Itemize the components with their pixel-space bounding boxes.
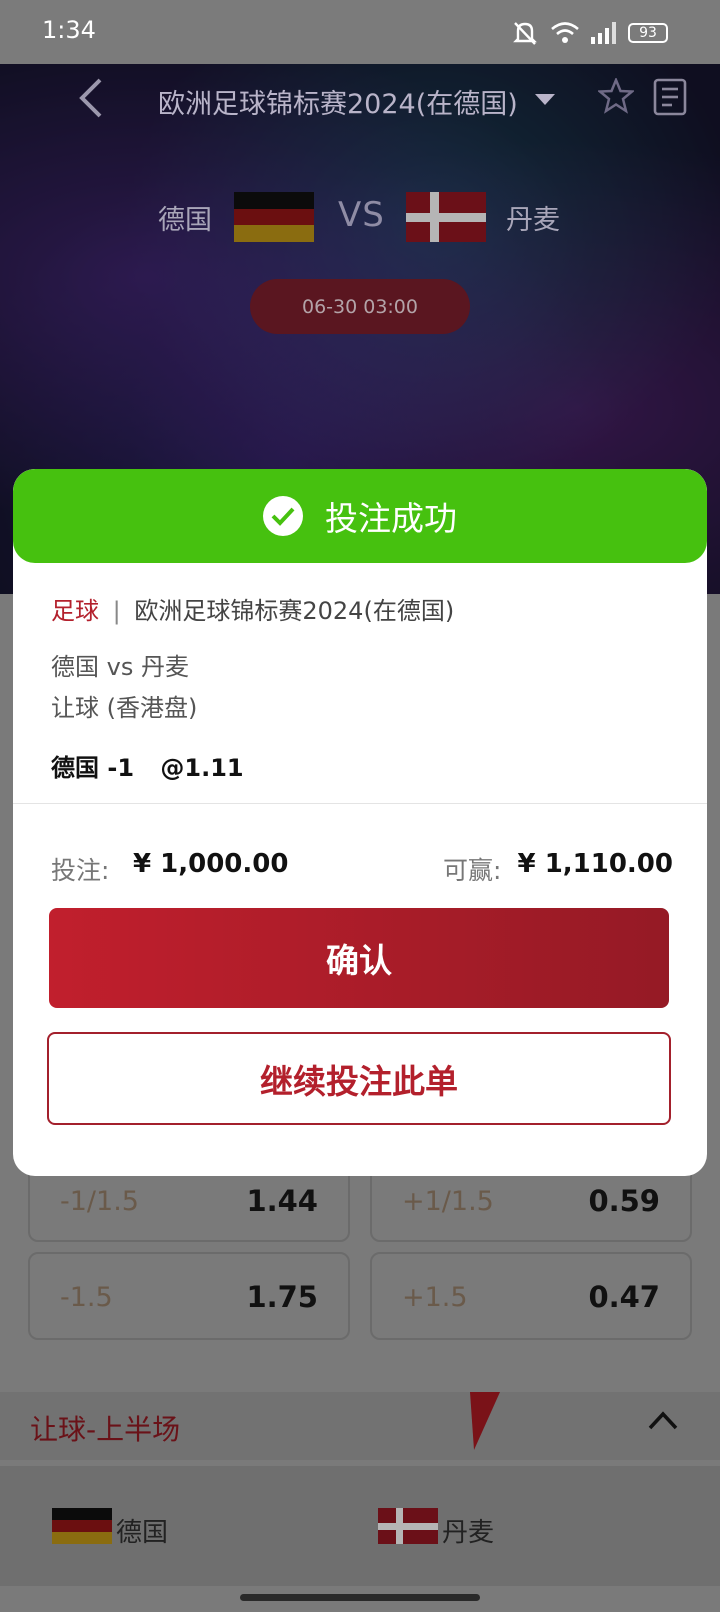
potential-win-amount: ¥ 1,110.00 bbox=[517, 849, 673, 879]
check-circle-icon bbox=[263, 496, 303, 536]
divider bbox=[13, 803, 707, 804]
odds-label: +1/1.5 bbox=[402, 1186, 494, 1217]
success-title: 投注成功 bbox=[325, 499, 457, 538]
section-title: 让球-上半场 bbox=[30, 1413, 181, 1446]
potential-win-label: 可赢: bbox=[443, 856, 502, 885]
battery-icon: 93 bbox=[628, 23, 668, 43]
stake-amount: ¥ 1,000.00 bbox=[133, 849, 289, 879]
team-row-away: 丹麦 bbox=[442, 1518, 495, 1548]
selection-text: 德国 -1 bbox=[51, 754, 135, 782]
germany-flag-icon bbox=[52, 1508, 112, 1544]
denmark-flag-icon bbox=[406, 192, 486, 242]
star-icon[interactable] bbox=[598, 78, 634, 114]
bet-success-modal: 投注成功 足球 | 欧洲足球锦标赛2024(在德国) 德国 vs 丹麦 让球 (… bbox=[13, 469, 707, 1176]
odds-value: 0.59 bbox=[588, 1184, 660, 1218]
vs-label: VS bbox=[338, 195, 385, 235]
odds-label: +1.5 bbox=[402, 1282, 468, 1313]
bet-selection: 德国 -1 @1.11 bbox=[51, 748, 244, 783]
document-icon[interactable] bbox=[652, 78, 688, 116]
germany-flag-icon bbox=[234, 192, 314, 242]
team-row-home: 德国 bbox=[116, 1518, 169, 1548]
odds-value: 0.47 bbox=[588, 1280, 660, 1314]
odds-card[interactable]: +1.5 0.47 bbox=[370, 1252, 692, 1340]
league-title[interactable]: 欧洲足球锦标赛2024(在德国) bbox=[158, 82, 518, 121]
bet-league-line: 足球 | 欧洲足球锦标赛2024(在德国) bbox=[51, 591, 454, 626]
odds-card[interactable]: -1.5 1.75 bbox=[28, 1252, 350, 1340]
denmark-flag-icon bbox=[378, 1508, 438, 1544]
signal-icon bbox=[591, 22, 616, 44]
sport-tag: 足球 bbox=[51, 597, 99, 625]
continue-betting-button[interactable]: 继续投注此单 bbox=[47, 1032, 671, 1125]
away-team-name: 丹麦 bbox=[506, 205, 560, 236]
back-arrow-icon[interactable] bbox=[76, 78, 106, 118]
league-name: 欧洲足球锦标赛2024(在德国) bbox=[134, 597, 455, 625]
status-icons: 93 bbox=[510, 18, 668, 48]
status-bar: 1:34 93 bbox=[0, 0, 720, 64]
odds-value: 1.44 bbox=[246, 1184, 318, 1218]
status-time: 1:34 bbox=[42, 16, 96, 44]
wifi-icon bbox=[551, 22, 579, 43]
section-accent-icon bbox=[470, 1392, 500, 1450]
odds-label: -1.5 bbox=[60, 1282, 113, 1313]
success-header: 投注成功 bbox=[13, 469, 707, 563]
bet-market: 让球 (香港盘) bbox=[51, 694, 198, 722]
odds-label: -1/1.5 bbox=[60, 1186, 139, 1217]
selection-odds: @1.11 bbox=[160, 754, 244, 782]
caret-down-icon[interactable] bbox=[535, 94, 555, 105]
confirm-button[interactable]: 确认 bbox=[49, 908, 669, 1008]
home-team-name: 德国 bbox=[158, 205, 212, 236]
match-time-badge: 06-30 03:00 bbox=[250, 279, 470, 334]
mute-bell-icon bbox=[513, 22, 537, 45]
odds-value: 1.75 bbox=[246, 1280, 318, 1314]
separator: | bbox=[112, 597, 121, 625]
stake-label: 投注: bbox=[51, 856, 110, 885]
bet-teams: 德国 vs 丹麦 bbox=[51, 653, 189, 681]
chevron-up-icon[interactable] bbox=[648, 1408, 678, 1430]
home-indicator[interactable] bbox=[240, 1594, 480, 1601]
